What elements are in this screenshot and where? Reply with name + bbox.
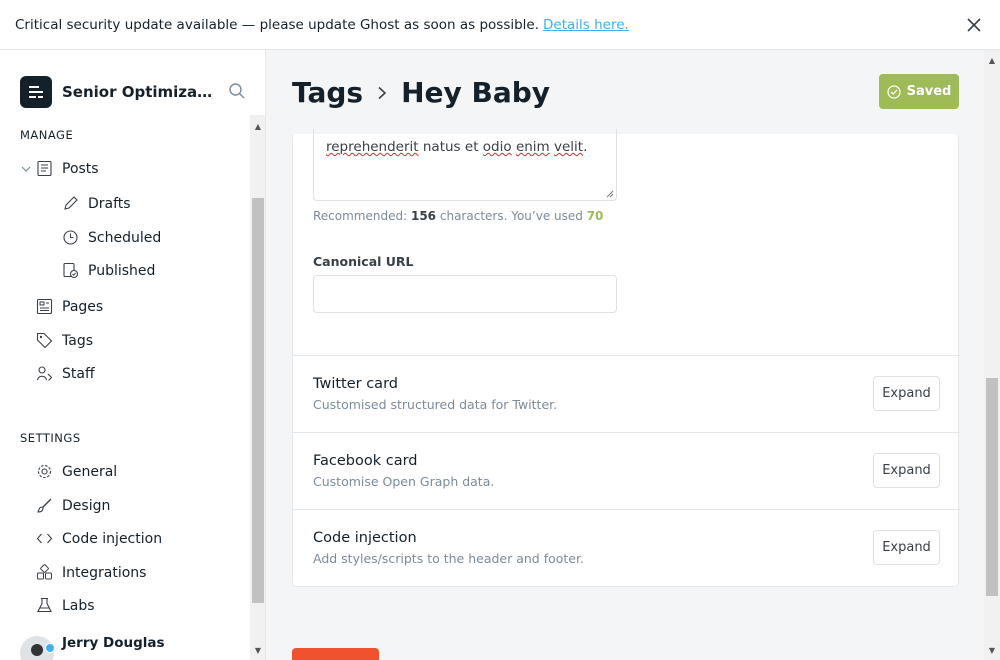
sidebar-item-integrations[interactable]: Integrations [36, 564, 146, 581]
scroll-up-arrow-icon[interactable]: ▲ [250, 118, 265, 134]
sidebar-item-label: Design [62, 497, 111, 514]
sidebar-item-published[interactable]: Published [62, 262, 155, 279]
flask-icon [37, 597, 52, 613]
row-title: Twitter card [313, 376, 398, 392]
hint-used-count: 70 [586, 209, 604, 223]
sidebar-item-label: Tags [62, 332, 93, 349]
clock-icon [63, 230, 78, 245]
brush-icon [37, 498, 52, 513]
sidebar-item-label: Drafts [88, 195, 131, 212]
sidebar-scrollbar-thumb[interactable] [252, 198, 264, 603]
chevron-right-icon [378, 86, 387, 99]
settings-section-title: SETTINGS [20, 431, 81, 445]
sidebar-item-label: Published [88, 262, 156, 279]
code-icon [36, 533, 53, 544]
sidebar: Senior Optimizatio... MANAGE Posts Draft… [0, 50, 266, 660]
delete-tag-button[interactable] [292, 648, 379, 660]
sidebar-item-label: Posts [62, 160, 99, 177]
code-injection-row: Code injection Add styles/scripts to the… [293, 509, 960, 586]
integrations-icon [37, 564, 52, 580]
sidebar-item-scheduled[interactable]: Scheduled [62, 229, 161, 246]
alert-message: Critical security update available — ple… [15, 16, 540, 33]
sidebar-item-label: Code injection [62, 530, 163, 547]
check-circle-icon [887, 84, 901, 99]
twitter-card-row: Twitter card Customised structured data … [293, 355, 960, 432]
sidebar-item-staff[interactable]: Staff [36, 365, 95, 382]
textarea-word: odio [482, 139, 512, 155]
search-icon[interactable] [228, 82, 246, 100]
hint-prefix: Recommended: [313, 209, 408, 223]
pages-icon [36, 298, 53, 315]
row-subtitle: Add styles/scripts to the header and foo… [313, 551, 584, 566]
canonical-url-label: Canonical URL [313, 254, 414, 269]
sidebar-item-label: Scheduled [88, 229, 162, 246]
sidebar-item-label: Pages [62, 298, 104, 315]
facebook-card-row: Facebook card Customise Open Graph data.… [293, 432, 960, 509]
chevron-down-icon[interactable] [20, 163, 32, 175]
row-subtitle: Customise Open Graph data. [313, 474, 495, 489]
hint-middle-text: characters. You’ve used [439, 209, 583, 223]
site-brand[interactable]: Senior Optimizatio... [20, 76, 214, 108]
staff-icon [36, 366, 53, 381]
sidebar-item-label: General [62, 463, 118, 480]
page-title: Tags Hey Baby [292, 76, 550, 109]
sidebar-item-general[interactable]: General [36, 463, 117, 480]
textarea-word: et [464, 139, 479, 155]
sidebar-item-label: Labs [62, 597, 95, 614]
site-name: Senior Optimizatio... [62, 83, 214, 101]
textarea-word: natus [422, 139, 461, 155]
sidebar-item-pages[interactable]: Pages [36, 298, 103, 315]
breadcrumb-tags-link[interactable]: Tags [292, 76, 363, 109]
sidebar-item-posts[interactable]: Posts [36, 160, 99, 177]
close-icon[interactable] [964, 15, 984, 35]
gear-icon [37, 464, 52, 479]
main-scrollbar-thumb[interactable] [986, 378, 998, 596]
alert-details-link[interactable]: Details here. [543, 17, 629, 33]
expand-facebook-card-button[interactable]: Expand [873, 453, 940, 488]
sidebar-item-tags[interactable]: Tags [36, 332, 93, 349]
textarea-word: . [583, 139, 588, 155]
user-name: Jerry Douglas [62, 635, 165, 651]
manage-section-title: MANAGE [20, 128, 74, 142]
resize-grip-icon[interactable] [606, 190, 614, 198]
sidebar-item-drafts[interactable]: Drafts [62, 195, 131, 212]
sidebar-item-code-injection[interactable]: Code injection [36, 530, 162, 547]
row-title: Code injection [313, 530, 417, 546]
canonical-url-input[interactable] [313, 275, 617, 313]
character-count-hint: Recommended: 156 characters. You’ve used… [313, 209, 603, 223]
textarea-word: enim [515, 139, 550, 155]
textarea-word: velit [554, 139, 584, 155]
pencil-icon [64, 196, 78, 210]
sidebar-item-design[interactable]: Design [36, 497, 110, 514]
posts-icon [37, 160, 52, 177]
tag-name-title: Hey Baby [401, 76, 551, 109]
tag-icon [36, 332, 53, 349]
main-content: Tags Hey Baby Saved reprehenderit natus … [267, 50, 984, 660]
sidebar-item-label: Staff [62, 365, 95, 382]
row-subtitle: Customised structured data for Twitter. [313, 397, 558, 412]
row-title: Facebook card [313, 453, 418, 469]
textarea-word: reprehenderit [326, 139, 419, 155]
status-dot [45, 643, 55, 653]
main-scroll-down-arrow-icon[interactable]: ▼ [984, 642, 1000, 658]
meta-settings-card: reprehenderit natus et odio enim velit. … [292, 129, 960, 587]
saved-label: Saved [906, 84, 952, 99]
site-logo-icon [20, 76, 52, 108]
saved-button[interactable]: Saved [879, 74, 959, 109]
published-icon [63, 262, 79, 279]
meta-description-textarea[interactable]: reprehenderit natus et odio enim velit. [313, 129, 617, 201]
expand-twitter-card-button[interactable]: Expand [873, 376, 940, 411]
main-scroll-up-arrow-icon[interactable]: ▲ [984, 52, 1000, 68]
sidebar-item-label: Integrations [62, 564, 147, 581]
scroll-down-arrow-icon[interactable]: ▼ [250, 642, 265, 658]
hint-recommended-count: 156 [410, 209, 437, 223]
expand-code-injection-button[interactable]: Expand [873, 530, 940, 565]
user-menu[interactable]: Jerry Douglas [20, 635, 165, 660]
security-alert-bar: Critical security update available — ple… [0, 0, 1000, 50]
sidebar-item-labs[interactable]: Labs [36, 597, 95, 614]
